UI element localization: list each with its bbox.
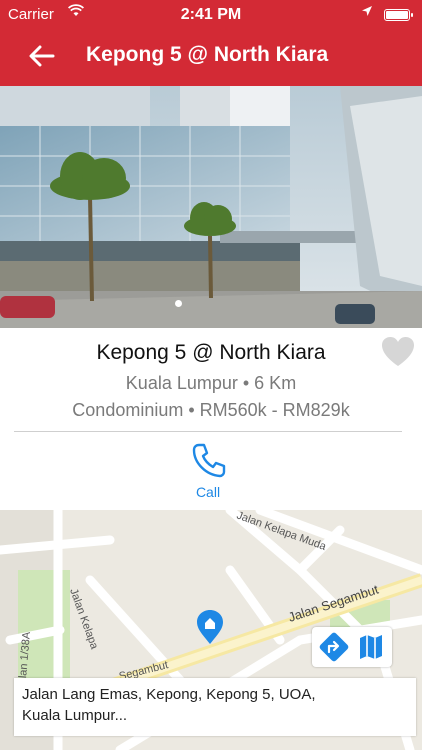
heart-icon[interactable] (381, 336, 415, 368)
property-photo[interactable] (0, 86, 422, 328)
address-line-1: Jalan Lang Emas, Kepong, Kepong 5, UOA, (22, 686, 316, 703)
listing-name: Kepong 5 @ North Kiara (96, 341, 326, 364)
battery-icon (384, 9, 413, 21)
carousel-dot[interactable] (175, 300, 182, 307)
app-header: Carrier 2:41 PM Kepong 5 @ North Kiara (0, 0, 422, 86)
status-time: 2:41 PM (180, 6, 242, 23)
phone-icon (192, 442, 226, 478)
directions-icon[interactable] (318, 631, 350, 663)
call-label: Call (195, 484, 221, 500)
listing-type-price: Condominium • RM560k - RM829k (72, 400, 350, 420)
map-icon[interactable] (358, 633, 384, 661)
map-action-buttons (312, 627, 392, 667)
back-arrow-icon[interactable] (24, 40, 60, 72)
call-button[interactable]: Call (184, 442, 232, 504)
address-box[interactable]: Jalan Lang Emas, Kepong, Kepong 5, UOA, … (14, 678, 416, 736)
address-line-2: Kuala Lumpur... (22, 707, 128, 724)
status-bar: Carrier 2:41 PM (0, 0, 422, 30)
listing-location: Kuala Lumpur • 6 Km (125, 373, 297, 393)
divider (14, 431, 402, 432)
location-arrow-icon (361, 5, 373, 20)
page-title: Kepong 5 @ North Kiara (86, 43, 329, 66)
